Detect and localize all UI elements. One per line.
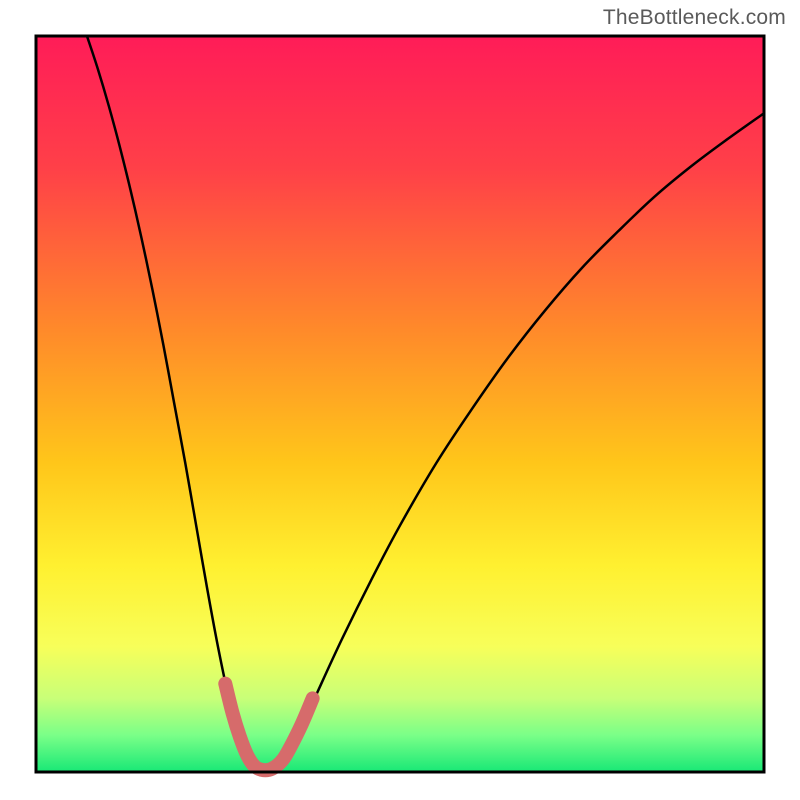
chart-background bbox=[36, 36, 764, 772]
chart-root: TheBottleneck.com bbox=[0, 0, 800, 800]
chart-svg bbox=[0, 0, 800, 800]
watermark-text: TheBottleneck.com bbox=[603, 6, 786, 30]
